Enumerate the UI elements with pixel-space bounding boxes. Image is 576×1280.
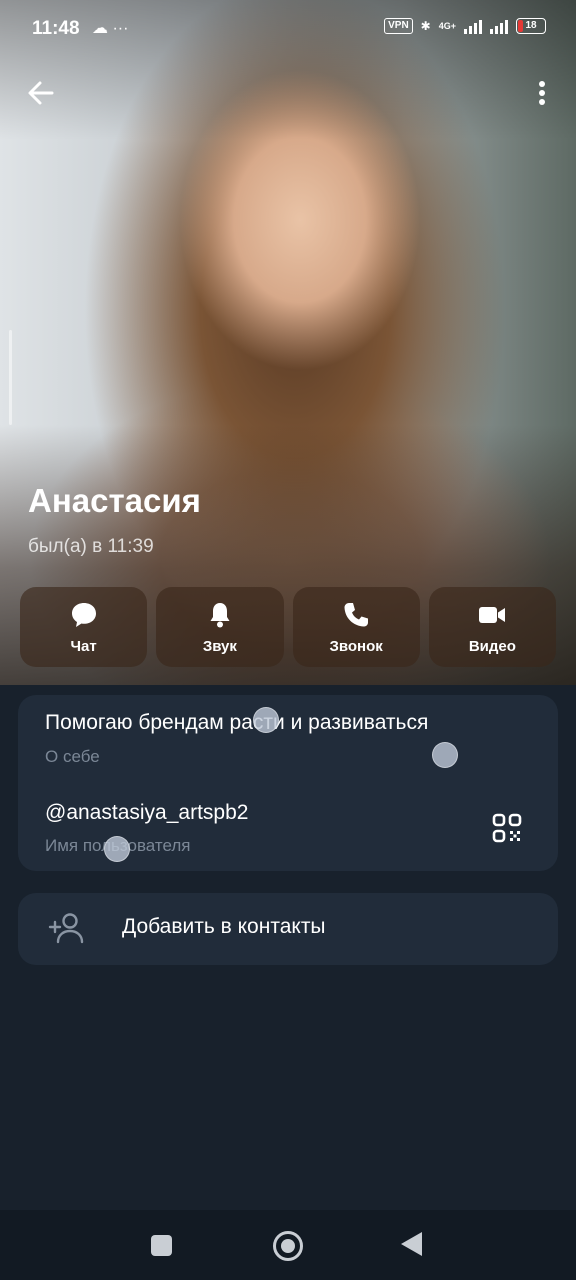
add-contact-row[interactable]: Добавить в контакты (18, 893, 558, 965)
back-button[interactable] (401, 1232, 422, 1256)
network-type: 4G+ (438, 21, 456, 31)
vpn-badge: VPN (384, 18, 413, 34)
system-navigation-bar (0, 1210, 576, 1280)
bio-text[interactable]: Помогаю брендам расти и развиваться (45, 711, 428, 735)
action-bar: Чат Звук Звонок Видео (20, 587, 556, 667)
scroll-indicator (9, 330, 12, 425)
video-icon (479, 606, 506, 623)
video-button[interactable]: Видео (428, 587, 556, 667)
recents-button[interactable] (151, 1235, 172, 1256)
sound-label: Звук (202, 637, 237, 655)
bio-label: О себе (45, 747, 100, 766)
chat-button[interactable]: Чат (20, 587, 148, 667)
home-button[interactable] (273, 1231, 303, 1261)
video-label: Видео (468, 637, 516, 655)
touch-indicator (104, 836, 130, 862)
status-time: 11:48 (32, 18, 80, 39)
profile-name: Анастасия (28, 482, 201, 519)
signal-icon-2 (490, 18, 508, 34)
signal-icon (464, 18, 482, 34)
touch-indicator (253, 707, 279, 733)
phone-icon (344, 602, 369, 626)
touch-indicator (432, 742, 458, 768)
back-arrow-icon[interactable] (24, 76, 58, 110)
status-bar: 11:48 ☁ ··· VPN ✱ 4G+ 18 (0, 0, 576, 58)
more-vertical-icon[interactable] (532, 76, 552, 110)
last-seen: был(а) в 11:39 (28, 536, 154, 557)
status-right: VPN ✱ 4G+ 18 (384, 18, 546, 34)
battery-level: 18 (525, 20, 537, 31)
bluetooth-icon: ✱ (420, 19, 431, 33)
chat-label: Чат (70, 637, 97, 655)
profile-photo[interactable] (0, 0, 576, 685)
info-card: Помогаю брендам расти и развиваться О се… (18, 695, 558, 871)
battery-icon: 18 (516, 18, 546, 34)
call-label: Звонок (329, 637, 383, 655)
bell-icon (210, 602, 230, 627)
notification-icons: ☁ ··· (92, 20, 129, 37)
call-button[interactable]: Звонок (292, 587, 420, 667)
add-contact-label: Добавить в контакты (122, 915, 326, 938)
chat-icon (71, 602, 96, 627)
sound-button[interactable]: Звук (156, 587, 284, 667)
qr-code-icon[interactable] (492, 813, 522, 843)
add-person-icon (48, 913, 84, 944)
username-text[interactable]: @anastasiya_artspb2 (45, 801, 248, 825)
